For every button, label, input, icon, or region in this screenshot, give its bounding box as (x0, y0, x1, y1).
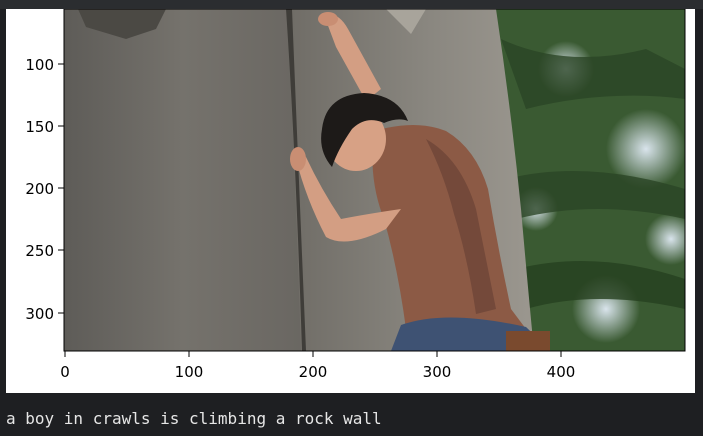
x-tick-label: 200 (299, 363, 328, 381)
plot-canvas: 100 150 200 250 300 0 100 200 300 400 (25, 8, 686, 381)
x-axis: 0 100 200 300 400 (60, 351, 575, 381)
output-caption: a boy in crawls is climbing a rock wall (6, 409, 382, 428)
y-tick-label: 250 (25, 242, 54, 260)
x-tick-label: 100 (175, 363, 204, 381)
y-tick-label: 100 (25, 56, 54, 74)
y-tick-label: 200 (25, 180, 54, 198)
x-tick-label: 300 (423, 363, 452, 381)
x-tick-label: 0 (60, 363, 70, 381)
output-figure: 100 150 200 250 300 0 100 200 300 400 (6, 8, 695, 393)
y-tick-label: 300 (25, 305, 54, 323)
climber-photo (64, 9, 685, 351)
y-axis: 100 150 200 250 300 (25, 56, 64, 323)
notebook-top-bar (0, 0, 703, 9)
x-tick-label: 400 (547, 363, 576, 381)
y-tick-label: 150 (25, 118, 54, 136)
